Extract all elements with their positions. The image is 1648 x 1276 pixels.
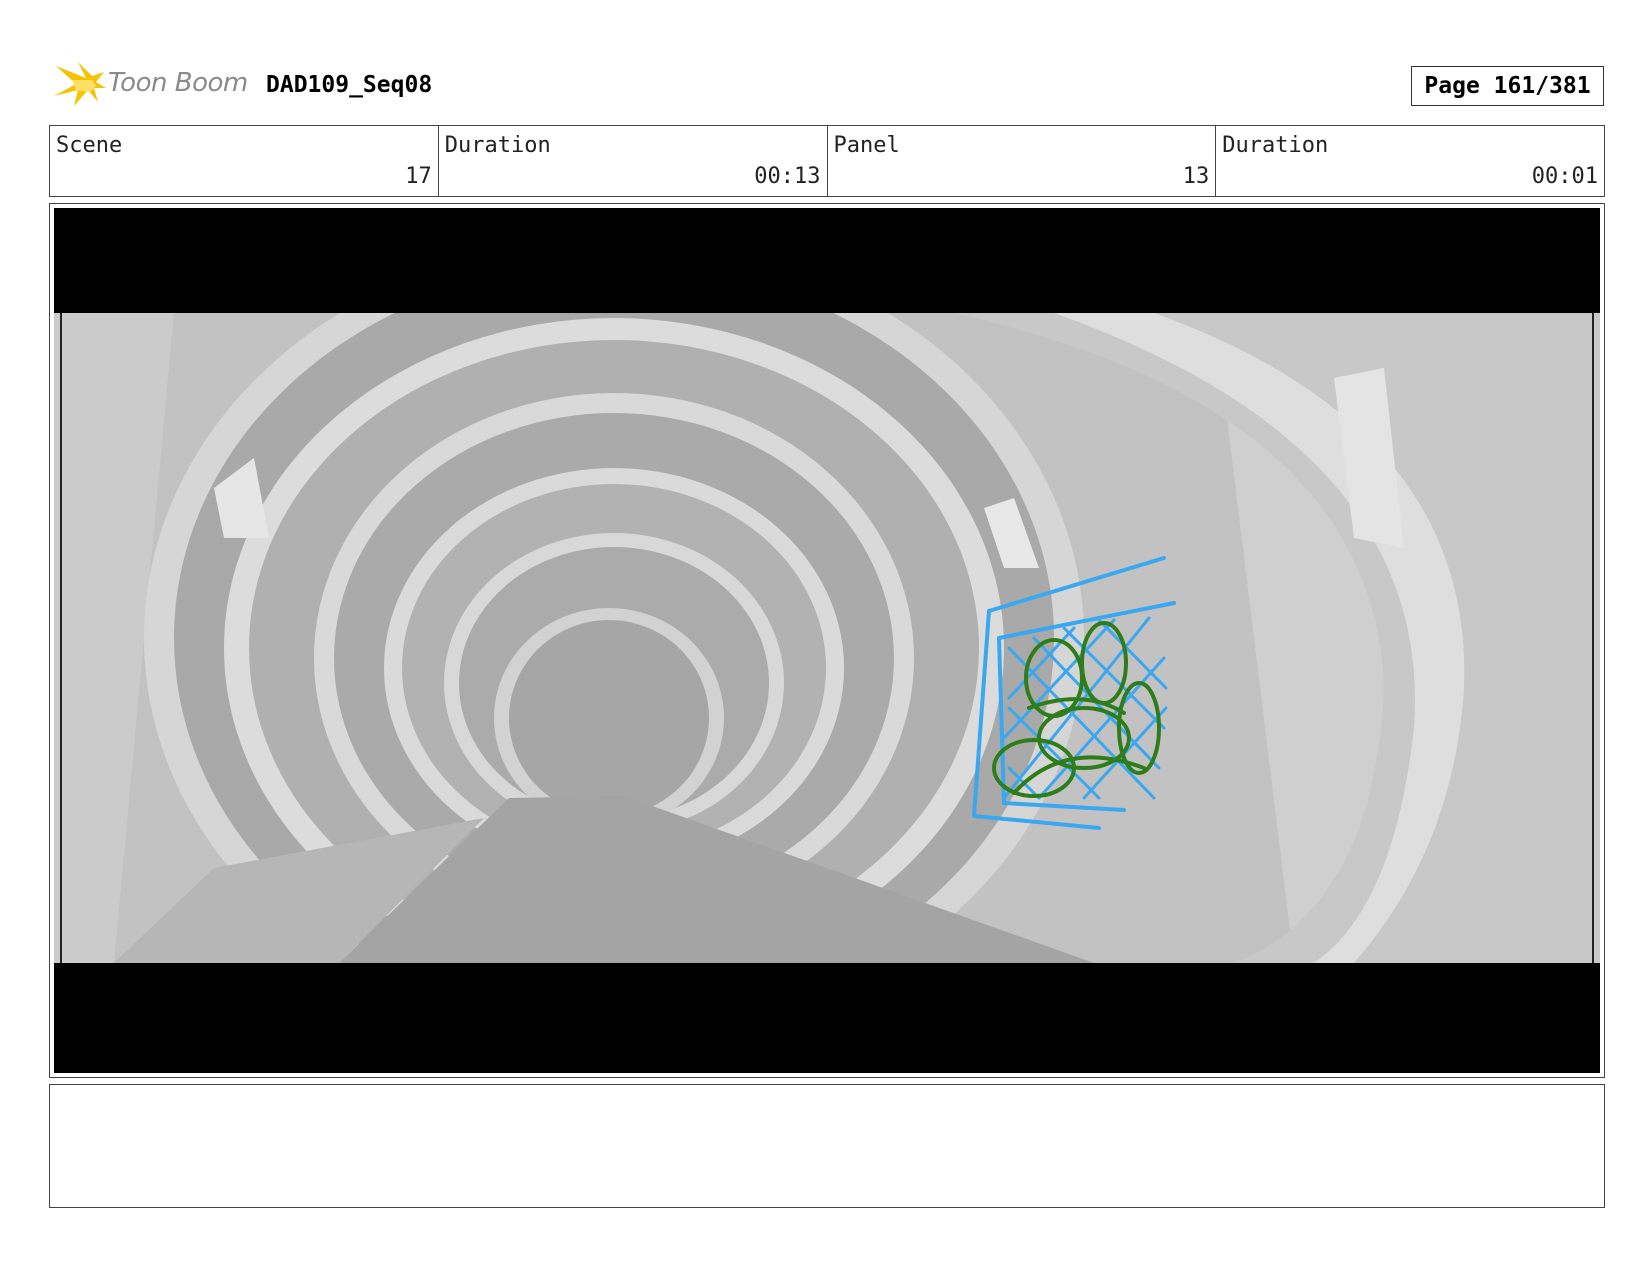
- panel-cell: Panel 13: [828, 126, 1217, 196]
- toon-boom-logo: Toon Boom: [52, 58, 252, 110]
- panel-duration-cell: Duration 00:01: [1216, 126, 1604, 196]
- panel-duration-label: Duration: [1222, 133, 1329, 158]
- scene-label: Scene: [56, 133, 123, 158]
- scene-value: 17: [405, 164, 432, 189]
- panel-label: Panel: [833, 133, 900, 158]
- starburst-logo-icon: [54, 62, 106, 106]
- scene-area: [54, 313, 1600, 963]
- scene-cell: Scene 17: [50, 126, 439, 196]
- scene-duration-cell: Duration 00:13: [439, 126, 828, 196]
- scene-duration-label: Duration: [444, 133, 551, 158]
- panel-value: 13: [1182, 164, 1210, 189]
- scene-duration-value: 00:13: [754, 164, 821, 189]
- project-title: DAD109_Seq08: [266, 72, 433, 98]
- tunnel-scene-illustration: [54, 313, 1600, 963]
- logo-wordmark: Toon Boom: [108, 68, 248, 98]
- panel-info-table: Scene 17 Duration 00:13 Panel 13 Duratio…: [49, 125, 1605, 197]
- notes-box: [49, 1084, 1605, 1208]
- panel-duration-value: 00:01: [1531, 164, 1598, 189]
- storyboard-frame: [49, 203, 1605, 1078]
- panel-image: [54, 208, 1600, 1073]
- page-number: Page 161/381: [1411, 66, 1604, 106]
